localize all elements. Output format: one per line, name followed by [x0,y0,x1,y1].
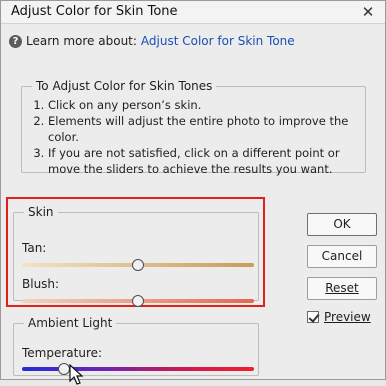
title-bar[interactable]: Adjust Color for Skin Tone ✕ [1,1,385,24]
temperature-slider-track[interactable] [22,367,254,371]
instruction-list: Click on any person’s skin. Elements wil… [22,97,365,177]
tan-label: Tan: [22,241,47,255]
preview-checkbox[interactable] [307,311,319,323]
instruction-step-2: Elements will adjust the entire photo to… [48,113,357,145]
cancel-button[interactable]: Cancel [307,245,377,268]
skin-group: Skin Tan: Blush: [13,205,259,307]
blush-label: Blush: [22,277,60,291]
learn-more-label: Learn more about: [26,34,137,48]
skin-title: Skin [28,205,54,219]
preview-label[interactable]: Preview [324,310,371,324]
mouse-cursor-icon [69,364,84,385]
ambient-light-title: Ambient Light [28,316,113,330]
instruction-step-3: If you are not satisfied, click on a dif… [48,145,357,177]
learn-more-link[interactable]: Adjust Color for Skin Tone [141,34,295,48]
ok-button[interactable]: OK [307,213,377,236]
preview-row[interactable]: Preview [307,310,371,324]
reset-button[interactable]: Reset [307,277,377,300]
temperature-label: Temperature: [22,346,103,360]
blush-slider-thumb[interactable] [132,295,144,307]
tan-slider-thumb[interactable] [132,259,144,271]
close-icon[interactable]: ✕ [359,3,377,21]
learn-more-row: ? Learn more about: Adjust Color for Ski… [9,33,295,49]
dialog-window: Adjust Color for Skin Tone ✕ ? Learn mor… [0,0,386,385]
ambient-light-group: Ambient Light Temperature: [13,316,259,385]
instruction-step-1: Click on any person’s skin. [48,97,357,113]
instructions-panel: To Adjust Color for Skin Tones Click on … [21,79,366,176]
window-title: Adjust Color for Skin Tone [11,4,178,19]
instructions-title: To Adjust Color for Skin Tones [36,79,213,93]
help-icon: ? [9,34,22,48]
